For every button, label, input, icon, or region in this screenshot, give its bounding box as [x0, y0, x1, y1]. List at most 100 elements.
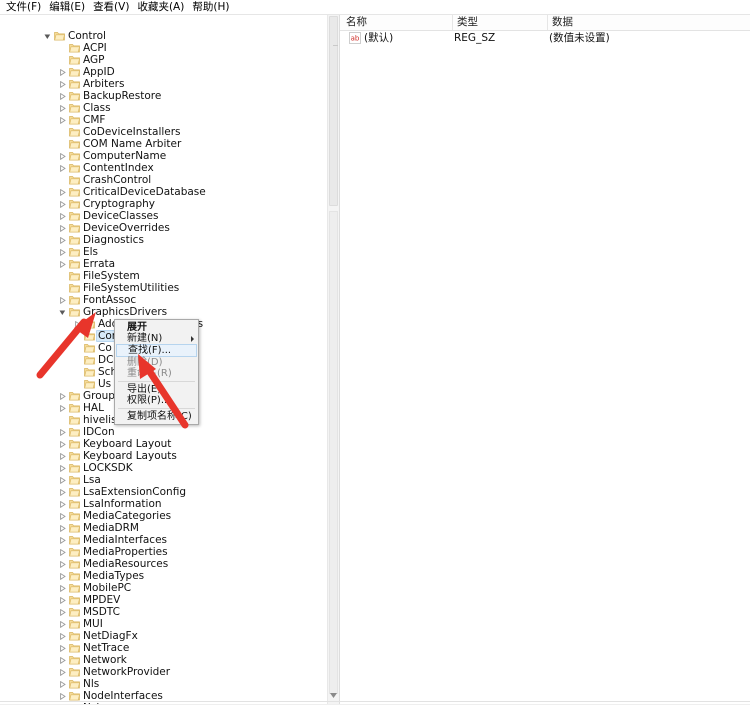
value-list-row[interactable]: ab (默认) REG_SZ (数值未设置): [340, 31, 750, 45]
tree-item-mediadrm[interactable]: MediaDRM: [0, 522, 327, 534]
tree-expand-triangle-icon[interactable]: [58, 222, 67, 234]
tree-expand-triangle-icon[interactable]: [58, 162, 67, 174]
tree-item-diagnostics[interactable]: Diagnostics: [0, 234, 327, 246]
registry-value-list-pane[interactable]: 名称 类型 数据 ab (默认) REG_SZ (数值未设置): [340, 15, 750, 704]
tree-item-cmf[interactable]: CMF: [0, 114, 327, 126]
tree-item-crashcontrol[interactable]: CrashControl: [0, 174, 327, 186]
ctx-permissions[interactable]: 权限(P)...: [115, 395, 198, 406]
tree-item-deviceoverrides[interactable]: DeviceOverrides: [0, 222, 327, 234]
value-column-header-2[interactable]: 数据: [547, 15, 750, 30]
tree-item-lsaextensionconfig[interactable]: LsaExtensionConfig: [0, 486, 327, 498]
tree-item-class[interactable]: Class: [0, 102, 327, 114]
tree-item-mediacategories[interactable]: MediaCategories: [0, 510, 327, 522]
tree-expand-triangle-icon[interactable]: [58, 402, 67, 414]
tree-collapse-triangle-icon[interactable]: [58, 306, 67, 318]
tree-item-nettrace[interactable]: NetTrace: [0, 642, 327, 654]
tree-expand-triangle-icon[interactable]: [58, 102, 67, 114]
tree-expand-triangle-icon[interactable]: [73, 318, 82, 330]
tree-item-com-name-arbiter[interactable]: COM Name Arbiter: [0, 138, 327, 150]
tree-item-locksdk[interactable]: LOCKSDK: [0, 462, 327, 474]
tree-expand-triangle-icon[interactable]: [58, 294, 67, 306]
tree-expand-triangle-icon[interactable]: [58, 234, 67, 246]
tree-item-nls[interactable]: Nls: [0, 678, 327, 690]
tree-expand-triangle-icon[interactable]: [58, 498, 67, 510]
tree-item-errata[interactable]: Errata: [0, 258, 327, 270]
tree-item-mediaproperties[interactable]: MediaProperties: [0, 546, 327, 558]
tree-item-computername[interactable]: ComputerName: [0, 150, 327, 162]
tree-expand-triangle-icon[interactable]: [58, 654, 67, 666]
tree-item-mediainterfaces[interactable]: MediaInterfaces: [0, 534, 327, 546]
tree-expand-triangle-icon[interactable]: [58, 462, 67, 474]
ctx-copy-key-name[interactable]: 复制项名称(C): [115, 411, 198, 422]
ctx-delete[interactable]: 删除(D): [115, 357, 198, 368]
tree-expand-triangle-icon[interactable]: [58, 186, 67, 198]
tree-item-network[interactable]: Network: [0, 654, 327, 666]
tree-expand-triangle-icon[interactable]: [58, 594, 67, 606]
tree-item-networkprovider[interactable]: NetworkProvider: [0, 666, 327, 678]
tree-item-msdtc[interactable]: MSDTC: [0, 606, 327, 618]
tree-expand-triangle-icon[interactable]: [58, 582, 67, 594]
menu-file[interactable]: 文件(F): [2, 0, 45, 14]
tree-item-lsa[interactable]: Lsa: [0, 474, 327, 486]
tree-expand-triangle-icon[interactable]: [58, 150, 67, 162]
tree-expand-triangle-icon[interactable]: [58, 486, 67, 498]
tree-item-agp[interactable]: AGP: [0, 54, 327, 66]
menu-favorites[interactable]: 收藏夹(A): [133, 0, 188, 14]
tree-item-mediaresources[interactable]: MediaResources: [0, 558, 327, 570]
tree-context-menu[interactable]: 展开 新建(N) 查找(F)... 删除(D) 重命名(R) 导出(E) 权限(P)... 复…: [114, 319, 199, 425]
menu-help[interactable]: 帮助(H): [188, 0, 233, 14]
tree-expand-triangle-icon[interactable]: [58, 258, 67, 270]
tree-expand-triangle-icon[interactable]: [58, 90, 67, 102]
ctx-new[interactable]: 新建(N): [115, 333, 198, 344]
value-column-header-1[interactable]: 类型: [452, 15, 547, 30]
tree-item-control[interactable]: Control: [0, 30, 327, 42]
tree-expand-triangle-icon[interactable]: [58, 666, 67, 678]
tree-expand-triangle-icon[interactable]: [58, 438, 67, 450]
tree-expand-triangle-icon[interactable]: [58, 558, 67, 570]
tree-expand-triangle-icon[interactable]: [58, 474, 67, 486]
value-list-header[interactable]: 名称 类型 数据: [340, 15, 750, 31]
tree-expand-triangle-icon[interactable]: [58, 678, 67, 690]
tree-item-keyboard-layout[interactable]: Keyboard Layout: [0, 438, 327, 450]
tree-item-lsainformation[interactable]: LsaInformation: [0, 498, 327, 510]
tree-item-mpdev[interactable]: MPDEV: [0, 594, 327, 606]
tree-expand-triangle-icon[interactable]: [58, 570, 67, 582]
tree-item-appid[interactable]: AppID: [0, 66, 327, 78]
value-column-header-0[interactable]: 名称: [342, 15, 452, 30]
tree-expand-triangle-icon[interactable]: [58, 210, 67, 222]
tree-expand-triangle-icon[interactable]: [58, 66, 67, 78]
tree-item-contentindex[interactable]: ContentIndex: [0, 162, 327, 174]
tree-expand-triangle-icon[interactable]: [58, 114, 67, 126]
tree-expand-triangle-icon[interactable]: [58, 642, 67, 654]
scroll-down-arrow-icon[interactable]: [328, 690, 339, 701]
tree-item-keyboard-layouts[interactable]: Keyboard Layouts: [0, 450, 327, 462]
tree-item-els[interactable]: Els: [0, 246, 327, 258]
tree-expand-triangle-icon[interactable]: [58, 390, 67, 402]
tree-expand-triangle-icon[interactable]: [58, 78, 67, 90]
tree-expand-triangle-icon[interactable]: [58, 630, 67, 642]
tree-expand-triangle-icon[interactable]: [58, 546, 67, 558]
tree-item-idcon[interactable]: IDCon: [0, 426, 327, 438]
tree-item-mediatypes[interactable]: MediaTypes: [0, 570, 327, 582]
tree-expand-triangle-icon[interactable]: [58, 618, 67, 630]
tree-expand-triangle-icon[interactable]: [58, 426, 67, 438]
tree-item-graphicsdrivers[interactable]: GraphicsDrivers: [0, 306, 327, 318]
tree-item-filesystem[interactable]: FileSystem: [0, 270, 327, 282]
scrollbar-track[interactable]: [329, 211, 338, 694]
tree-expand-triangle-icon[interactable]: [58, 198, 67, 210]
tree-expand-triangle-icon[interactable]: [58, 606, 67, 618]
tree-collapse-triangle-icon[interactable]: [43, 30, 52, 42]
ctx-rename[interactable]: 重命名(R): [115, 368, 198, 379]
tree-item-arbiters[interactable]: Arbiters: [0, 78, 327, 90]
tree-item-criticaldevicedatabase[interactable]: CriticalDeviceDatabase: [0, 186, 327, 198]
tree-expand-triangle-icon[interactable]: [58, 534, 67, 546]
ctx-find[interactable]: 查找(F)...: [116, 344, 197, 357]
ctx-expand[interactable]: 展开: [115, 322, 198, 333]
tree-item-cryptography[interactable]: Cryptography: [0, 198, 327, 210]
tree-expand-triangle-icon[interactable]: [58, 246, 67, 258]
tree-vertical-scrollbar[interactable]: [327, 15, 339, 704]
tree-item-mobilepc[interactable]: MobilePC: [0, 582, 327, 594]
tree-expand-triangle-icon[interactable]: [58, 510, 67, 522]
ctx-export[interactable]: 导出(E): [115, 384, 198, 395]
tree-item-acpi[interactable]: ACPI: [0, 42, 327, 54]
